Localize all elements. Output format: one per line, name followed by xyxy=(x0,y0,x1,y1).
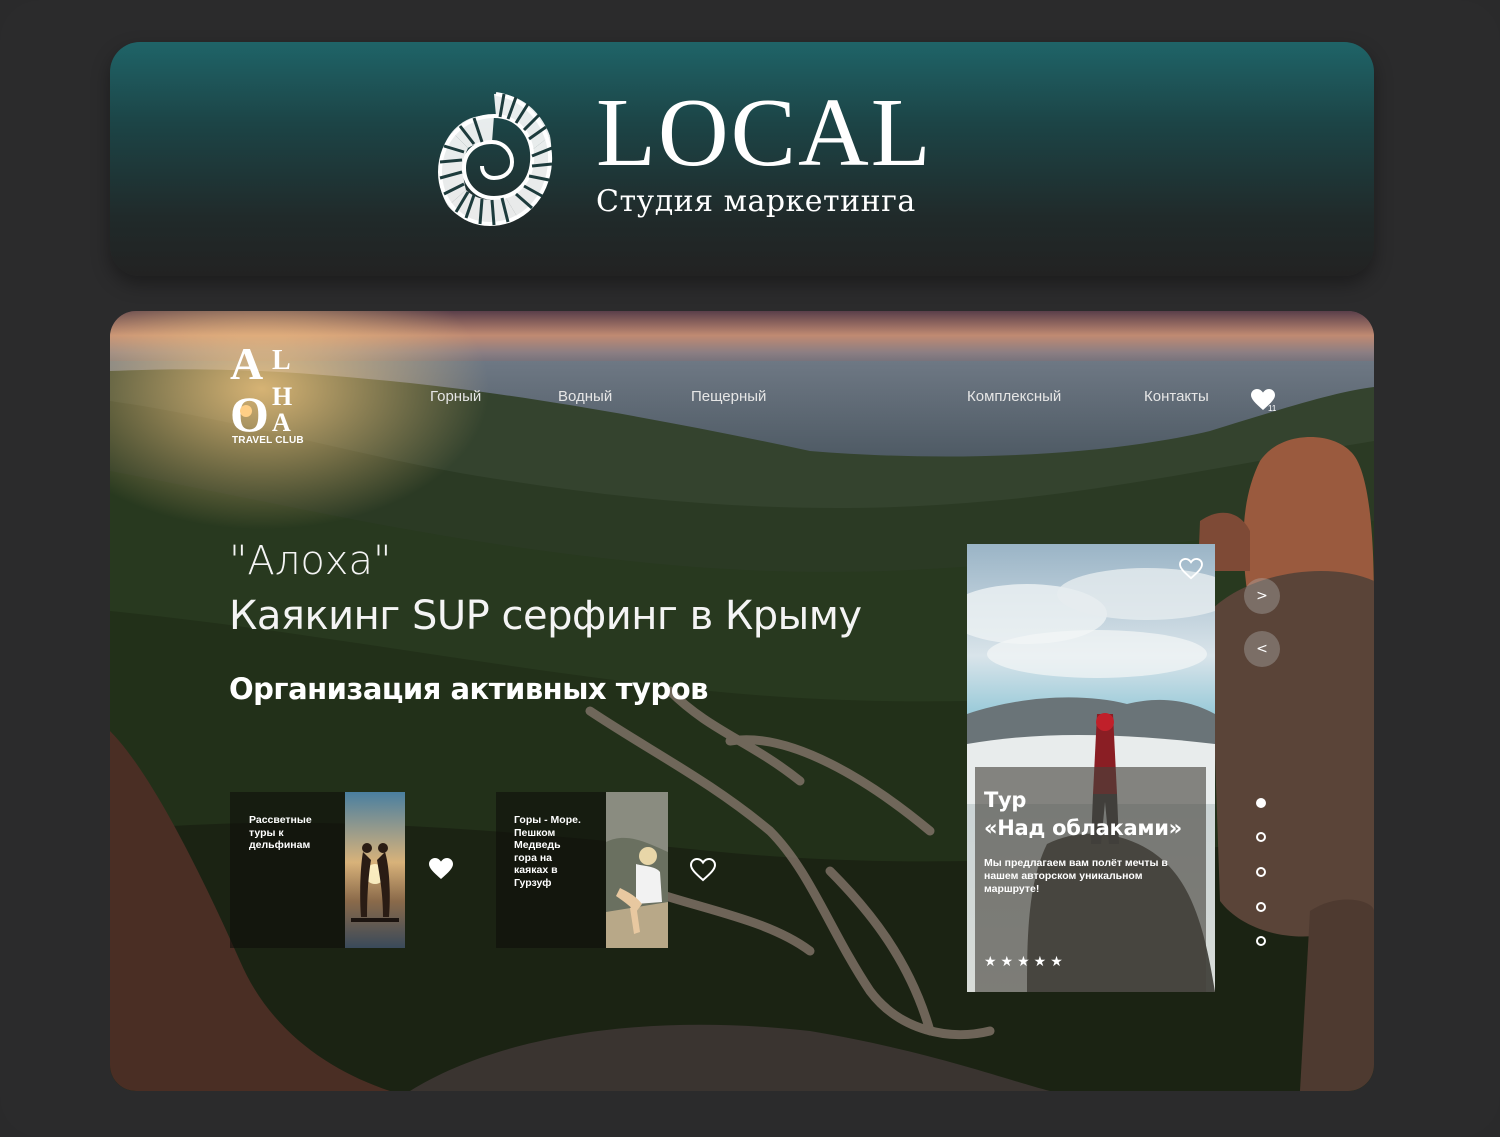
slider-dot-4[interactable] xyxy=(1256,902,1266,912)
logo-caption: TRAVEL CLUB xyxy=(232,435,304,446)
tour-title: Тур «Над облаками» xyxy=(984,788,1182,840)
svg-text:A: A xyxy=(272,408,291,437)
tour-description: Мы предлагаем вам полёт мечты в нашем ав… xyxy=(984,857,1168,895)
card-title: Горы - Море. Пешком Медведь гора на каяк… xyxy=(514,814,581,889)
nav-item-contacts[interactable]: Контакты xyxy=(1144,388,1209,405)
aloha-logo-icon: A L O H A xyxy=(230,339,292,442)
svg-text:L: L xyxy=(272,345,291,376)
brand-tagline: Студия маркетинга xyxy=(596,184,916,219)
sup-sunset-photo xyxy=(345,792,405,948)
hero-title-line1: "Алоха" xyxy=(229,538,392,584)
prev-arrow-button[interactable]: < xyxy=(1244,631,1280,667)
nav-item-mountain[interactable]: Горный xyxy=(430,388,481,405)
shell-logo-icon xyxy=(437,92,553,227)
hero-title-line2: Каякинг SUP серфинг в Крыму xyxy=(229,593,862,639)
svg-text:H: H xyxy=(272,382,292,411)
featured-tour-card[interactable]: Тур «Над облаками» Мы предлагаем вам пол… xyxy=(967,544,1215,992)
slider-dot-1[interactable] xyxy=(1256,798,1266,808)
svg-text:A: A xyxy=(230,339,263,389)
nav-item-water[interactable]: Водный xyxy=(558,388,612,405)
tour-card-dolphins[interactable]: Рассветные туры к дельфинам xyxy=(230,792,405,948)
card-title: Рассветные туры к дельфинам xyxy=(249,814,312,852)
girl-on-rocks-photo xyxy=(606,792,668,948)
filled-heart-icon[interactable] xyxy=(428,857,454,881)
slider-dot-5[interactable] xyxy=(1256,936,1266,946)
outline-heart-icon[interactable] xyxy=(1179,558,1203,580)
favorites-count: 11 xyxy=(1268,404,1277,413)
tour-card-medved[interactable]: Горы - Море. Пешком Медведь гора на каяк… xyxy=(496,792,668,948)
rating-stars: ★★★★★ xyxy=(984,954,1067,970)
slider-dot-3[interactable] xyxy=(1256,867,1266,877)
nav-item-cave[interactable]: Пещерный xyxy=(691,388,766,405)
slider-dot-2[interactable] xyxy=(1256,832,1266,842)
hero-subtitle: Организация активных туров xyxy=(229,672,708,706)
nav-item-complex[interactable]: Комплексный xyxy=(967,388,1061,405)
hero-section: A L O H A TRAVEL CLUB Горный Водный Пеще… xyxy=(110,311,1374,1091)
outline-heart-icon[interactable] xyxy=(690,858,716,882)
brand-title: LOCAL xyxy=(596,79,933,187)
next-arrow-button[interactable]: > xyxy=(1244,578,1280,614)
